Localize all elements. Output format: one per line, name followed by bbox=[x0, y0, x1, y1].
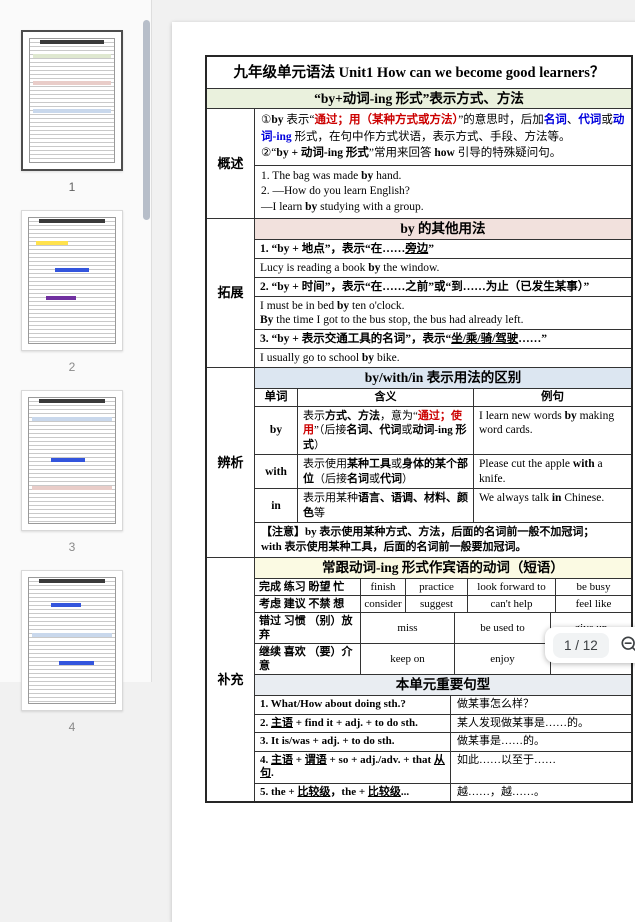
usage-example: I usually go to school by bike. bbox=[255, 348, 631, 367]
page-indicator: 1 / 12 bbox=[553, 633, 609, 658]
thumbnail-item: 3 bbox=[21, 390, 123, 554]
section-overview: 概述 ①by 表示“通过；用（某种方式或方法）”的意思时，后加名词、代词或动词-… bbox=[207, 108, 631, 218]
section-label: 补充 bbox=[207, 558, 255, 801]
section-label: 概述 bbox=[207, 109, 255, 218]
usage-rule: 3. “by + 表示交通工具的名词”，表示“坐/乘/骑/驾驶……” bbox=[255, 329, 631, 348]
document-page: 九年级单元语法 Unit1 How can we become good lea… bbox=[172, 22, 635, 922]
zoom-out-icon[interactable] bbox=[618, 633, 635, 657]
grammar-table: 九年级单元语法 Unit1 How can we become good lea… bbox=[205, 55, 633, 803]
section-supplement: 补充 常跟动词-ing 形式作宾语的动词（短语） 完成 练习 盼望 忙 fini… bbox=[207, 557, 631, 801]
section-label: 拓展 bbox=[207, 219, 255, 367]
thumbnail-content bbox=[28, 397, 116, 524]
pattern-row: 3. It is/was + adj. + to do sth. 做某事是……的… bbox=[255, 732, 631, 751]
overview-examples: 1. The bag was made by hand. 2. —How do … bbox=[255, 165, 631, 219]
page-thumbnail[interactable] bbox=[21, 30, 123, 171]
usage-rule: 2. “by + 时间”，表示“在……之前”或“到……为止（已发生某事）” bbox=[255, 277, 631, 296]
doc-title: 九年级单元语法 Unit1 How can we become good lea… bbox=[207, 57, 631, 88]
section-label: 辨析 bbox=[207, 368, 255, 557]
pattern-row: 4. 主语 + 谓语 + so + adj./adv. + that 从句. 如… bbox=[255, 751, 631, 783]
viewer-toolbar: 1 / 12 bbox=[545, 627, 635, 663]
verb-row: 完成 练习 盼望 忙 finish practice look forward … bbox=[255, 578, 631, 595]
thumbnail-page-number: 3 bbox=[69, 540, 76, 554]
band-by-with-in: by/with/in 表示用法的区别 bbox=[255, 368, 631, 388]
comparison-row: by 表示方式、方法，意为“通过；使用”（后接名词、代词或动词-ing 形式） … bbox=[255, 406, 631, 455]
comparison-row: with 表示使用某种工具或身体的某个部位（后接名词或代词） Please cu… bbox=[255, 454, 631, 488]
thumbnail-item: 2 bbox=[21, 210, 123, 374]
band-key-patterns: 本单元重要句型 bbox=[255, 674, 631, 695]
col-header-word: 单词 bbox=[255, 389, 298, 406]
band-other-usages: by 的其他用法 bbox=[255, 219, 631, 239]
thumbnail-list: 1 2 3 4 bbox=[0, 0, 144, 750]
usage-example: I must be in bed by ten o'clock. By the … bbox=[255, 296, 631, 329]
thumbnail-panel: 1 2 3 4 bbox=[0, 0, 152, 682]
section-band-by-ing: “by+动词-ing 形式”表示方式、方法 bbox=[207, 88, 631, 108]
col-header-meaning: 含义 bbox=[298, 389, 474, 406]
usage-example: Lucy is reading a book by the window. bbox=[255, 258, 631, 277]
section-discrimination: 辨析 by/with/in 表示用法的区别 单词 含义 例句 by 表示方式、方… bbox=[207, 367, 631, 557]
thumbnail-page-number: 4 bbox=[69, 720, 76, 734]
page-thumbnail[interactable] bbox=[21, 210, 123, 351]
band-ing-verbs: 常跟动词-ing 形式作宾语的动词（短语） bbox=[255, 558, 631, 578]
pattern-row: 2. 主语 + find it + adj. + to do sth. 某人发现… bbox=[255, 714, 631, 733]
overview-explanation: ①by 表示“通过；用（某种方式或方法）”的意思时，后加名词、代词或动词-ing… bbox=[255, 109, 631, 165]
comparison-note: 【注意】by 表示使用某种方式、方法，后面的名词前一般不加冠词； with 表示… bbox=[255, 522, 631, 557]
col-header-example: 例句 bbox=[474, 389, 631, 406]
comparison-row: in 表示用某种语言、语调、材料、颜色等 We always talk in C… bbox=[255, 488, 631, 522]
sidebar-scrollbar[interactable] bbox=[143, 20, 150, 220]
page-thumbnail[interactable] bbox=[21, 390, 123, 531]
comparison-header-row: 单词 含义 例句 bbox=[255, 388, 631, 406]
thumbnail-content bbox=[29, 38, 115, 163]
pattern-row: 5. the + 比较级，the + 比较级... 越……，越……。 bbox=[255, 783, 631, 802]
section-extension: 拓展 by 的其他用法 1. “by + 地点”，表示“在……旁边” Lucy … bbox=[207, 218, 631, 367]
thumbnail-page-number: 1 bbox=[69, 180, 76, 194]
usage-rule: 1. “by + 地点”，表示“在……旁边” bbox=[255, 239, 631, 258]
thumbnail-item: 4 bbox=[21, 570, 123, 734]
thumbnail-page-number: 2 bbox=[69, 360, 76, 374]
verb-row: 考虑 建议 不禁 想 consider suggest can't help f… bbox=[255, 595, 631, 612]
viewer-main: 九年级单元语法 Unit1 How can we become good lea… bbox=[153, 0, 635, 682]
thumbnail-item: 1 bbox=[21, 30, 123, 194]
page-thumbnail[interactable] bbox=[21, 570, 123, 711]
thumbnail-content bbox=[28, 577, 116, 704]
pattern-row: 1. What/How about doing sth.? 做某事怎么样？ bbox=[255, 695, 631, 714]
thumbnail-content bbox=[28, 217, 116, 344]
